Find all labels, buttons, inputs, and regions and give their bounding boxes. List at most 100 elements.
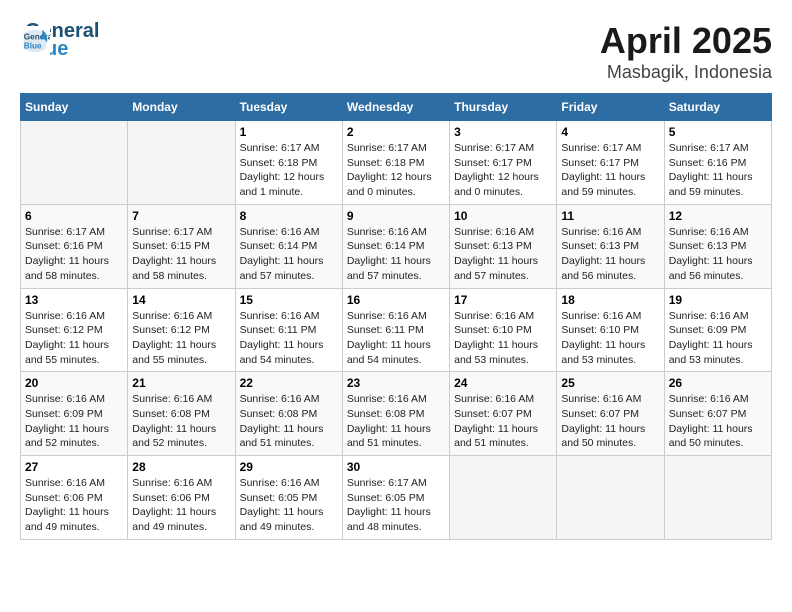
- calendar-cell: 18 Sunrise: 6:16 AM Sunset: 6:10 PM Dayli…: [557, 288, 664, 372]
- calendar-cell: [557, 456, 664, 540]
- day-info: Sunrise: 6:16 AM Sunset: 6:11 PM Dayligh…: [240, 309, 338, 368]
- day-info: Sunrise: 6:16 AM Sunset: 6:07 PM Dayligh…: [561, 392, 659, 451]
- calendar-cell: 28 Sunrise: 6:16 AM Sunset: 6:06 PM Dayli…: [128, 456, 235, 540]
- calendar-cell: 27 Sunrise: 6:16 AM Sunset: 6:06 PM Dayli…: [21, 456, 128, 540]
- calendar-cell: 3 Sunrise: 6:17 AM Sunset: 6:17 PM Daylig…: [450, 121, 557, 205]
- week-row-2: 6 Sunrise: 6:17 AM Sunset: 6:16 PM Daylig…: [21, 204, 772, 288]
- day-info: Sunrise: 6:17 AM Sunset: 6:17 PM Dayligh…: [561, 141, 659, 200]
- day-info: Sunrise: 6:17 AM Sunset: 6:16 PM Dayligh…: [25, 225, 123, 284]
- day-number: 20: [25, 376, 123, 390]
- calendar-table: SundayMondayTuesdayWednesdayThursdayFrid…: [20, 93, 772, 540]
- day-number: 28: [132, 460, 230, 474]
- calendar-cell: 29Sunrise: 6:16 AM Sunset: 6:05 PM Dayli…: [235, 456, 342, 540]
- day-number: 24: [454, 376, 552, 390]
- calendar-cell: 6 Sunrise: 6:17 AM Sunset: 6:16 PM Daylig…: [21, 204, 128, 288]
- day-info: Sunrise: 6:17 AM Sunset: 6:16 PM Dayligh…: [669, 141, 767, 200]
- calendar-title: April 2025: [600, 20, 772, 62]
- day-info: Sunrise: 6:16 AM Sunset: 6:07 PM Dayligh…: [454, 392, 552, 451]
- week-row-1: 1Sunrise: 6:17 AM Sunset: 6:18 PM Daylig…: [21, 121, 772, 205]
- calendar-cell: 1Sunrise: 6:17 AM Sunset: 6:18 PM Daylig…: [235, 121, 342, 205]
- day-number: 15: [240, 293, 338, 307]
- calendar-cell: 22 Sunrise: 6:16 AM Sunset: 6:08 PM Dayli…: [235, 372, 342, 456]
- day-info: Sunrise: 6:16 AM Sunset: 6:11 PM Dayligh…: [347, 309, 445, 368]
- day-info: Sunrise: 6:16 AM Sunset: 6:14 PM Dayligh…: [347, 225, 445, 284]
- day-info: Sunrise: 6:16 AM Sunset: 6:06 PM Dayligh…: [25, 476, 123, 535]
- day-number: 25: [561, 376, 659, 390]
- day-info: Sunrise: 6:16 AM Sunset: 6:08 PM Dayligh…: [240, 392, 338, 451]
- calendar-cell: [128, 121, 235, 205]
- calendar-title-block: April 2025 Masbagik, Indonesia: [600, 20, 772, 83]
- day-number: 7: [132, 209, 230, 223]
- day-number: 4: [561, 125, 659, 139]
- logo: General Blue General Blue General Blue: [20, 20, 99, 61]
- day-number: 11: [561, 209, 659, 223]
- day-number: 8: [240, 209, 338, 223]
- calendar-cell: 4 Sunrise: 6:17 AM Sunset: 6:17 PM Daylig…: [557, 121, 664, 205]
- header-sunday: Sunday: [21, 94, 128, 121]
- calendar-cell: [664, 456, 771, 540]
- day-number: 13: [25, 293, 123, 307]
- day-info: Sunrise: 6:16 AM Sunset: 6:12 PM Dayligh…: [132, 309, 230, 368]
- day-info: Sunrise: 6:16 AM Sunset: 6:10 PM Dayligh…: [561, 309, 659, 368]
- calendar-cell: 11 Sunrise: 6:16 AM Sunset: 6:13 PM Dayli…: [557, 204, 664, 288]
- day-info: Sunrise: 6:17 AM Sunset: 6:15 PM Dayligh…: [132, 225, 230, 284]
- day-number: 2: [347, 125, 445, 139]
- calendar-cell: 7 Sunrise: 6:17 AM Sunset: 6:15 PM Daylig…: [128, 204, 235, 288]
- day-info: Sunrise: 6:17 AM Sunset: 6:05 PM Dayligh…: [347, 476, 445, 535]
- day-number: 6: [25, 209, 123, 223]
- day-info: Sunrise: 6:16 AM Sunset: 6:08 PM Dayligh…: [132, 392, 230, 451]
- calendar-cell: 14Sunrise: 6:16 AM Sunset: 6:12 PM Dayli…: [128, 288, 235, 372]
- day-number: 27: [25, 460, 123, 474]
- day-info: Sunrise: 6:16 AM Sunset: 6:14 PM Dayligh…: [240, 225, 338, 284]
- day-number: 17: [454, 293, 552, 307]
- day-info: Sunrise: 6:16 AM Sunset: 6:13 PM Dayligh…: [561, 225, 659, 284]
- day-info: Sunrise: 6:17 AM Sunset: 6:17 PM Dayligh…: [454, 141, 552, 200]
- calendar-cell: 23Sunrise: 6:16 AM Sunset: 6:08 PM Dayli…: [342, 372, 449, 456]
- calendar-cell: 5 Sunrise: 6:17 AM Sunset: 6:16 PM Daylig…: [664, 121, 771, 205]
- day-number: 3: [454, 125, 552, 139]
- day-info: Sunrise: 6:17 AM Sunset: 6:18 PM Dayligh…: [347, 141, 445, 200]
- day-number: 16: [347, 293, 445, 307]
- calendar-cell: 25 Sunrise: 6:16 AM Sunset: 6:07 PM Dayli…: [557, 372, 664, 456]
- calendar-body: 1Sunrise: 6:17 AM Sunset: 6:18 PM Daylig…: [21, 121, 772, 540]
- day-info: Sunrise: 6:16 AM Sunset: 6:09 PM Dayligh…: [669, 309, 767, 368]
- day-info: Sunrise: 6:16 AM Sunset: 6:10 PM Dayligh…: [454, 309, 552, 368]
- day-number: 12: [669, 209, 767, 223]
- day-info: Sunrise: 6:16 AM Sunset: 6:09 PM Dayligh…: [25, 392, 123, 451]
- day-number: 5: [669, 125, 767, 139]
- calendar-cell: 24 Sunrise: 6:16 AM Sunset: 6:07 PM Dayli…: [450, 372, 557, 456]
- day-number: 18: [561, 293, 659, 307]
- calendar-cell: 2 Sunrise: 6:17 AM Sunset: 6:18 PM Daylig…: [342, 121, 449, 205]
- day-info: Sunrise: 6:17 AM Sunset: 6:18 PM Dayligh…: [240, 141, 338, 200]
- calendar-header: SundayMondayTuesdayWednesdayThursdayFrid…: [21, 94, 772, 121]
- calendar-cell: [450, 456, 557, 540]
- day-number: 10: [454, 209, 552, 223]
- day-number: 26: [669, 376, 767, 390]
- calendar-cell: 16 Sunrise: 6:16 AM Sunset: 6:11 PM Dayli…: [342, 288, 449, 372]
- week-row-3: 13 Sunrise: 6:16 AM Sunset: 6:12 PM Dayli…: [21, 288, 772, 372]
- header-monday: Monday: [128, 94, 235, 121]
- calendar-cell: 8 Sunrise: 6:16 AM Sunset: 6:14 PM Daylig…: [235, 204, 342, 288]
- day-info: Sunrise: 6:16 AM Sunset: 6:06 PM Dayligh…: [132, 476, 230, 535]
- calendar-cell: 26 Sunrise: 6:16 AM Sunset: 6:07 PM Dayli…: [664, 372, 771, 456]
- header-thursday: Thursday: [450, 94, 557, 121]
- day-number: 30: [347, 460, 445, 474]
- calendar-cell: 17 Sunrise: 6:16 AM Sunset: 6:10 PM Dayli…: [450, 288, 557, 372]
- day-number: 19: [669, 293, 767, 307]
- day-number: 21: [132, 376, 230, 390]
- calendar-cell: 30 Sunrise: 6:17 AM Sunset: 6:05 PM Dayli…: [342, 456, 449, 540]
- calendar-cell: [21, 121, 128, 205]
- calendar-cell: 9 Sunrise: 6:16 AM Sunset: 6:14 PM Daylig…: [342, 204, 449, 288]
- calendar-cell: 13Sunrise: 6:16 AM Sunset: 6:12 PM Dayli…: [21, 288, 128, 372]
- header-friday: Friday: [557, 94, 664, 121]
- day-number: 22: [240, 376, 338, 390]
- calendar-cell: 21 Sunrise: 6:16 AM Sunset: 6:08 PM Dayli…: [128, 372, 235, 456]
- day-info: Sunrise: 6:16 AM Sunset: 6:07 PM Dayligh…: [669, 392, 767, 451]
- day-number: 23: [347, 376, 445, 390]
- day-number: 9: [347, 209, 445, 223]
- page-header: General Blue General Blue General Blue A…: [20, 20, 772, 83]
- svg-text:Blue: Blue: [24, 41, 42, 50]
- header-saturday: Saturday: [664, 94, 771, 121]
- calendar-cell: 10Sunrise: 6:16 AM Sunset: 6:13 PM Dayli…: [450, 204, 557, 288]
- calendar-cell: 19 Sunrise: 6:16 AM Sunset: 6:09 PM Dayli…: [664, 288, 771, 372]
